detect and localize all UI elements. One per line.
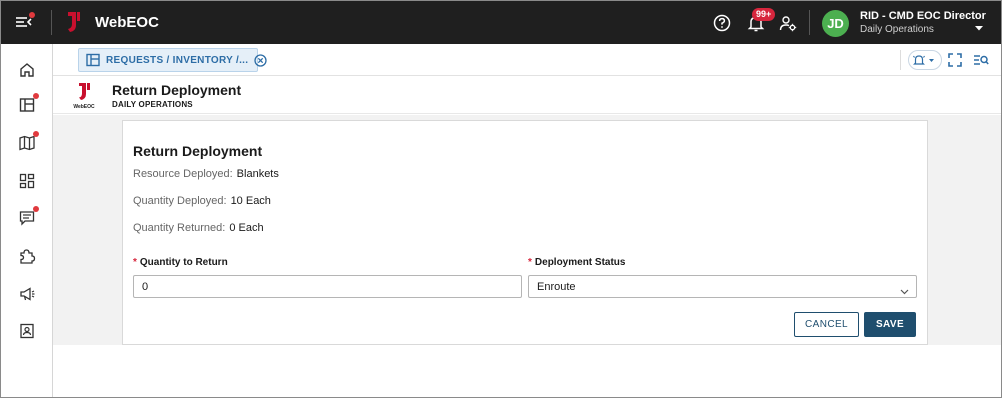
map-icon[interactable] <box>18 131 39 152</box>
notifications-badge: 99+ <box>752 8 776 21</box>
required-marker: * <box>528 257 532 268</box>
alert-dot <box>33 206 39 212</box>
required-marker: * <box>133 257 137 268</box>
tab-label: REQUESTS / INVENTORY /... <box>106 54 249 66</box>
resource-deployed-label: Resource Deployed: <box>133 168 233 180</box>
alert-settings-button[interactable] <box>908 50 942 70</box>
user-position: Daily Operations <box>860 24 934 35</box>
page-title: Return Deployment <box>112 82 242 98</box>
user-name[interactable]: RID - CMD EOC Director <box>860 10 986 22</box>
megaphone-icon[interactable] <box>18 285 36 303</box>
webeoc-logo-icon[interactable] <box>65 11 81 33</box>
deployment-status-value: Enroute <box>537 281 576 293</box>
avatar[interactable]: JD <box>822 10 849 37</box>
form-card: Return Deployment Resource Deployed: Blan… <box>122 120 928 345</box>
divider <box>900 50 901 70</box>
app-window: WebEOC 99+ JD RID - CMD EOC Director Dai… <box>0 0 1002 398</box>
quantity-deployed-label: Quantity Deployed: <box>133 195 227 207</box>
list-search-icon[interactable] <box>973 53 989 67</box>
boards-icon[interactable] <box>18 93 39 114</box>
svg-text:WebEOC: WebEOC <box>73 104 95 110</box>
app-title: WebEOC <box>95 14 159 31</box>
plugins-icon[interactable] <box>18 247 36 265</box>
divider <box>809 10 810 35</box>
alert-dot <box>33 131 39 137</box>
form-title: Return Deployment <box>133 143 263 159</box>
fullscreen-icon[interactable] <box>948 53 962 67</box>
home-icon[interactable] <box>18 61 36 79</box>
deployment-status-select[interactable]: Enroute <box>528 275 917 298</box>
quantity-to-return-label: * Quantity to Return <box>133 257 228 268</box>
quantity-returned-label: Quantity Returned: <box>133 222 226 234</box>
help-icon[interactable] <box>712 13 732 33</box>
deployment-status-label: * Deployment Status <box>528 257 626 268</box>
webeoc-logo-icon: WebEOC <box>73 82 95 110</box>
chat-icon[interactable] <box>18 206 39 227</box>
contact-badge-icon[interactable] <box>18 322 36 340</box>
board-icon <box>86 53 100 67</box>
quantity-deployed-row: Quantity Deployed: 10 Each <box>133 195 271 207</box>
menu-collapse-icon[interactable] <box>13 12 35 32</box>
top-bar: WebEOC 99+ JD RID - CMD EOC Director Dai… <box>1 1 1001 44</box>
cancel-button[interactable]: CANCEL <box>794 312 859 337</box>
quantity-deployed-value: 10 Each <box>230 195 271 207</box>
divider <box>51 10 52 35</box>
save-button[interactable]: SAVE <box>864 312 916 337</box>
page-header: WebEOC Return Deployment DAILY OPERATION… <box>53 76 1001 114</box>
menu-alert-dot <box>29 12 35 18</box>
chevron-down-icon <box>900 283 909 295</box>
page-subtitle: DAILY OPERATIONS <box>112 100 193 109</box>
alert-dot <box>33 93 39 99</box>
close-icon[interactable] <box>254 53 267 67</box>
resource-deployed-value: Blankets <box>236 168 279 180</box>
quantity-returned-row: Quantity Returned: 0 Each <box>133 222 264 234</box>
quantity-to-return-input[interactable] <box>133 275 522 298</box>
dashboard-icon[interactable] <box>18 172 36 190</box>
tab-bar: REQUESTS / INVENTORY /... <box>53 44 1001 76</box>
sidebar <box>1 44 53 397</box>
quantity-returned-value: 0 Each <box>229 222 264 234</box>
resource-deployed-row: Resource Deployed: Blankets <box>133 168 279 180</box>
tab-requests-inventory[interactable]: REQUESTS / INVENTORY /... <box>78 48 267 72</box>
chevron-down-icon[interactable] <box>974 19 984 31</box>
user-settings-icon[interactable] <box>778 13 798 33</box>
